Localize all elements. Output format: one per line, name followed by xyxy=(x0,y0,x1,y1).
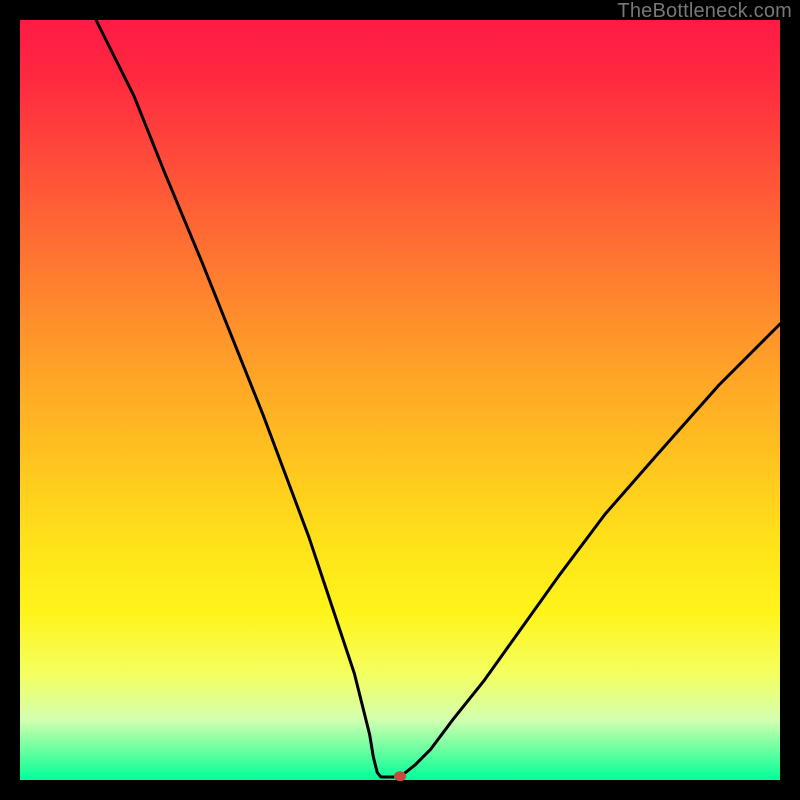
minimum-marker xyxy=(394,771,406,781)
plot-area xyxy=(20,20,780,780)
bottleneck-curve xyxy=(96,20,780,777)
chart-frame: TheBottleneck.com xyxy=(0,0,800,800)
chart-svg xyxy=(20,20,780,780)
watermark-text: TheBottleneck.com xyxy=(617,0,792,23)
